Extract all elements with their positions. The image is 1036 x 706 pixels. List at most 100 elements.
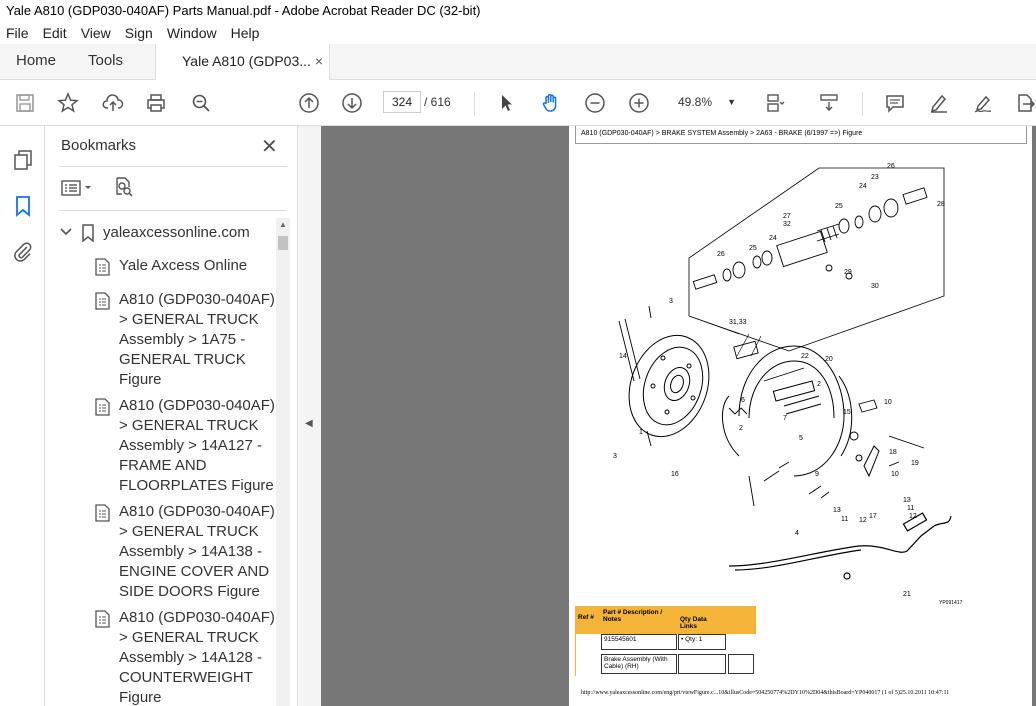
page-number-input[interactable]: 324 bbox=[383, 91, 421, 113]
figure-code: YP091417 bbox=[939, 600, 963, 606]
collapse-panel-icon[interactable]: ◀ bbox=[305, 418, 313, 429]
menu-window[interactable]: Window bbox=[160, 22, 224, 44]
comment-icon[interactable] bbox=[882, 90, 908, 116]
callout-number: 25 bbox=[749, 245, 757, 252]
bookmark-tools bbox=[59, 174, 159, 202]
tab-close-icon[interactable]: × bbox=[315, 44, 323, 78]
menu-sign[interactable]: Sign bbox=[118, 22, 160, 44]
close-icon[interactable]: ✕ bbox=[261, 134, 278, 159]
bookmarks-title: Bookmarks bbox=[61, 137, 137, 154]
callout-number: 23 bbox=[871, 174, 879, 181]
menu-file[interactable]: File bbox=[0, 22, 36, 44]
callout-number: 12 bbox=[859, 517, 867, 524]
toolbar-divider bbox=[474, 92, 475, 116]
menu-edit[interactable]: Edit bbox=[36, 22, 74, 44]
scroll-mode-icon[interactable] bbox=[816, 90, 842, 116]
callout-number: 17 bbox=[869, 513, 877, 520]
select-cursor-icon[interactable] bbox=[494, 90, 520, 116]
menu-bar: File Edit View Sign Window Help bbox=[0, 22, 1036, 44]
bookmark-page-icon bbox=[95, 292, 111, 310]
find-bookmark-icon[interactable] bbox=[113, 176, 135, 203]
col-ref: Ref # bbox=[578, 614, 594, 621]
bookmark-label: A810 (GDP030-040AF) > GENERAL TRUCK Asse… bbox=[119, 291, 275, 388]
page-display-icon[interactable] bbox=[762, 90, 788, 116]
callout-number: 16 bbox=[671, 471, 679, 478]
menu-help[interactable]: Help bbox=[224, 22, 267, 44]
bookmark-icon[interactable] bbox=[11, 194, 35, 218]
callout-number: 11 bbox=[841, 516, 848, 523]
callout-number: 11 bbox=[907, 505, 914, 512]
scroll-up-icon[interactable]: ▲ bbox=[279, 220, 287, 229]
callout-number: 30 bbox=[871, 283, 879, 290]
callout-number: 15 bbox=[843, 409, 851, 416]
callout-number: 24 bbox=[859, 183, 867, 190]
chevron-down-icon[interactable] bbox=[59, 224, 73, 241]
callout-number: 28 bbox=[937, 201, 945, 208]
extra-cell bbox=[728, 654, 754, 674]
bookmark-page-icon bbox=[95, 398, 111, 416]
toolbar-divider bbox=[862, 92, 863, 116]
zoom-in-icon[interactable] bbox=[626, 90, 652, 116]
callout-number: 7 bbox=[783, 415, 787, 422]
callout-number: 21 bbox=[903, 591, 911, 598]
callout-number: 13 bbox=[903, 497, 911, 504]
bookmark-root-label: yaleaxcessonline.com bbox=[103, 224, 250, 241]
left-navigation-rail bbox=[0, 126, 45, 706]
panel-splitter[interactable]: ◀ bbox=[297, 126, 321, 706]
page-total: / 616 bbox=[424, 95, 451, 109]
bookmark-page-icon bbox=[95, 610, 111, 628]
tab-bar: Home Tools Yale A810 (GDP03... × bbox=[0, 44, 1036, 81]
print-icon[interactable] bbox=[143, 90, 169, 116]
menu-view[interactable]: View bbox=[74, 22, 118, 44]
previous-page-icon[interactable] bbox=[296, 90, 322, 116]
tab-document[interactable]: Yale A810 (GDP03... × bbox=[155, 44, 330, 81]
star-icon[interactable] bbox=[55, 90, 81, 116]
export-pdf-icon[interactable] bbox=[1012, 90, 1036, 116]
zoom-search-icon[interactable] bbox=[188, 90, 214, 116]
zoom-level-select[interactable]: 49.8% ▼ bbox=[672, 91, 742, 113]
callout-number: 9 bbox=[815, 471, 819, 478]
divider bbox=[59, 210, 287, 211]
hand-tool-icon[interactable] bbox=[538, 90, 564, 116]
col-qty: Qty Data Links bbox=[680, 616, 707, 630]
part-number-cell: 915545601 bbox=[601, 634, 677, 650]
callout-number: 4 bbox=[795, 530, 799, 537]
callout-number: 32 bbox=[783, 221, 791, 228]
bookmarks-scrollbar[interactable]: ▲ bbox=[276, 218, 290, 706]
next-page-icon[interactable] bbox=[339, 90, 365, 116]
upload-cloud-icon[interactable] bbox=[100, 90, 126, 116]
callout-number: 10 bbox=[891, 471, 899, 478]
callout-number: 26 bbox=[717, 251, 725, 258]
save-icon[interactable] bbox=[12, 90, 38, 116]
callout-number: 18 bbox=[889, 449, 897, 456]
callout-number: 22 bbox=[801, 353, 809, 360]
page-thumbnails-icon[interactable] bbox=[11, 148, 35, 172]
tab-tools[interactable]: Tools bbox=[88, 44, 123, 80]
callout-number: 29 bbox=[844, 269, 852, 276]
callout-number: 1 bbox=[639, 429, 643, 436]
sign-pen-icon[interactable] bbox=[970, 90, 996, 116]
bookmark-label: A810 (GDP030-040AF) > GENERAL TRUCK Asse… bbox=[119, 609, 275, 706]
zoom-out-icon[interactable] bbox=[582, 90, 608, 116]
ref-column bbox=[575, 634, 601, 676]
zoom-level-value: 49.8% bbox=[678, 95, 713, 109]
divider bbox=[59, 166, 287, 167]
data-link-cell bbox=[678, 654, 726, 674]
scrollbar-thumb[interactable] bbox=[278, 236, 288, 250]
highlight-pen-icon[interactable] bbox=[926, 90, 952, 116]
callout-number: 24 bbox=[769, 235, 777, 242]
bookmark-list: yaleaxcessonline.com Yale Axcess Online … bbox=[59, 218, 275, 706]
chevron-down-icon: ▼ bbox=[727, 97, 736, 107]
tab-home[interactable]: Home bbox=[16, 44, 56, 80]
callout-number: 27 bbox=[783, 213, 791, 220]
col-part: Part # Description / Notes bbox=[603, 609, 663, 623]
callout-number: 19 bbox=[911, 460, 919, 467]
document-viewer[interactable]: A810 (GDP030-040AF) > BRAKE SYSTEM Assem… bbox=[321, 126, 1036, 706]
toolbar: 324 / 616 49.8% ▼ bbox=[0, 80, 1036, 126]
bookmark-label: A810 (GDP030-040AF) > GENERAL TRUCK Asse… bbox=[119, 503, 275, 600]
bookmark-options-icon[interactable] bbox=[61, 178, 95, 203]
callout-number: 25 bbox=[835, 203, 843, 210]
attachment-icon[interactable] bbox=[11, 240, 35, 264]
callout-number: 14 bbox=[619, 353, 627, 360]
bookmark-label: Yale Axcess Online bbox=[119, 257, 248, 274]
